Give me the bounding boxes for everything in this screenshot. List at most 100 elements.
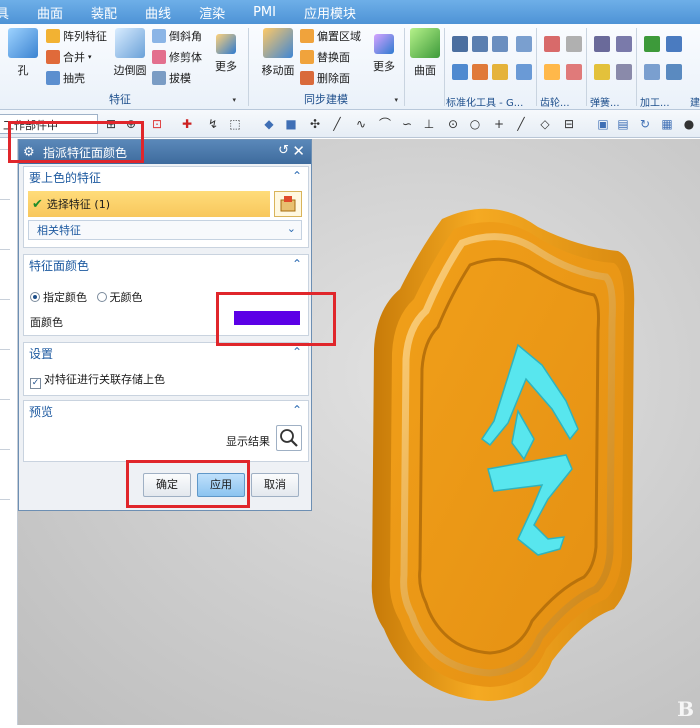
close-icon[interactable]: ✕ — [292, 142, 305, 160]
chevron-down-icon: ▾ — [88, 53, 92, 61]
machining-tool-icon[interactable] — [666, 64, 682, 80]
surface-button[interactable]: 曲面 — [408, 28, 442, 78]
select-feature-row[interactable]: ✔ 选择特征 (1) — [28, 191, 270, 217]
tool-icon[interactable] — [452, 36, 468, 52]
rotate-icon[interactable]: ↻ — [638, 117, 652, 131]
divider — [0, 499, 10, 500]
rectangle-select-icon[interactable]: ⬚ — [228, 117, 242, 131]
delete-face-button[interactable]: 删除面 — [300, 70, 350, 86]
render-icon[interactable]: ▦ — [660, 117, 674, 131]
center-icon[interactable]: ⊙ — [446, 117, 460, 131]
section-header[interactable]: 特征面颜色 ⌃ — [24, 255, 308, 275]
radio-button[interactable] — [96, 292, 107, 302]
pick-icon[interactable]: ✚ — [180, 117, 194, 131]
radio-specify-color[interactable]: 指定颜色 — [30, 291, 87, 304]
tool-icon[interactable] — [472, 36, 488, 52]
trim-body-icon — [152, 50, 166, 64]
spring-tool-icon[interactable] — [616, 64, 632, 80]
section-preview: 预览 ⌃ 显示结果 — [23, 400, 309, 462]
view-icon[interactable]: ▣ — [596, 117, 610, 131]
shell-button[interactable]: 抽壳 — [46, 70, 85, 86]
edge-blend-button[interactable]: 边倒圆 — [112, 28, 148, 78]
machining-tool-icon[interactable] — [644, 36, 660, 52]
menu-applications[interactable]: 应用模块 — [290, 3, 370, 22]
box-icon[interactable]: ■ — [284, 117, 298, 131]
checkbox[interactable]: ✓ — [30, 378, 41, 389]
group-menu-icon[interactable]: ▾ — [232, 96, 236, 104]
camera-icon[interactable]: ▤ — [616, 117, 630, 131]
draft-button[interactable]: 拔模 — [152, 70, 191, 86]
solid-icon[interactable]: ◆ — [262, 117, 276, 131]
radio-button[interactable] — [30, 292, 40, 302]
menu-render[interactable]: 渲染 — [185, 3, 239, 22]
spring-tools-label: 弹簧... — [590, 98, 620, 109]
trim-body-button[interactable]: 修剪体 — [152, 49, 202, 65]
replace-face-button[interactable]: 替换面 — [300, 49, 350, 65]
line-icon[interactable]: ╱ — [330, 117, 344, 131]
menu-curve[interactable]: 曲线 — [131, 3, 185, 22]
unite-button[interactable]: 合并 ▾ — [46, 49, 92, 65]
lasso-icon[interactable]: ↯ — [206, 117, 220, 131]
tool-icon[interactable] — [492, 64, 508, 80]
offset-region-button[interactable]: 偏置区域 — [300, 28, 361, 44]
tool-icon[interactable] — [516, 64, 532, 80]
chevron-down-icon: ⌄ — [286, 222, 296, 235]
spring-tool-icon[interactable] — [594, 36, 610, 52]
unite-icon — [46, 50, 60, 64]
spring-tool-icon[interactable] — [616, 36, 632, 52]
pattern-feature-button[interactable]: 阵列特征 — [46, 28, 107, 44]
section-header[interactable]: 要上色的特征 ⌃ — [24, 167, 308, 187]
select-icon[interactable]: ⊡ — [150, 117, 164, 131]
group-menu-icon[interactable]: ▾ — [394, 96, 398, 104]
tangent-icon[interactable]: ╱ — [514, 117, 528, 131]
box-select-icon[interactable]: ◇ — [538, 117, 552, 131]
collapse-icon[interactable]: ⌃ — [292, 345, 302, 359]
gear-tools-label: 齿轮... — [540, 98, 570, 109]
arc-icon[interactable]: ⌒ — [378, 117, 392, 131]
edge-blend-icon — [115, 28, 145, 58]
machining-tool-icon[interactable] — [644, 64, 660, 80]
menu-assembly[interactable]: 装配 — [77, 3, 131, 22]
move-face-button[interactable]: 移动面 — [258, 28, 298, 78]
related-features-row[interactable]: 相关特征 ⌄ — [28, 220, 302, 240]
tool-icon[interactable] — [516, 36, 532, 52]
menu-tools[interactable]: 具 — [0, 3, 23, 22]
tool-icon[interactable] — [452, 64, 468, 80]
cancel-button[interactable]: 取消 — [251, 473, 299, 497]
collapse-icon[interactable]: ⌃ — [292, 257, 302, 271]
menu-pmi[interactable]: PMI — [239, 5, 290, 20]
gear-tool-icon[interactable] — [566, 36, 582, 52]
tool-icon[interactable] — [472, 64, 488, 80]
curve-icon[interactable]: ∿ — [354, 117, 368, 131]
display-icon[interactable]: ● — [682, 117, 696, 131]
gear-tool-icon[interactable] — [544, 36, 560, 52]
hole-button[interactable]: 孔 — [6, 28, 40, 78]
select-feature-button[interactable] — [274, 191, 302, 217]
associative-checkbox-row[interactable]: ✓ 对特征进行关联存储上色 — [30, 371, 165, 389]
plus-icon[interactable]: + — [492, 117, 506, 131]
highlight-box-buttons — [126, 460, 250, 508]
spline-icon[interactable]: ∽ — [400, 117, 414, 131]
collapse-icon[interactable]: ⌃ — [292, 169, 302, 183]
circle-icon[interactable]: ○ — [468, 117, 482, 131]
feature-more-button[interactable]: 更多 — [212, 28, 240, 74]
collapse-icon[interactable]: ⌃ — [292, 403, 302, 417]
sync-more-button[interactable]: 更多 — [370, 28, 398, 74]
menu-bar: 具 曲面 装配 曲线 渲染 PMI 应用模块 — [0, 0, 700, 24]
perpendicular-icon[interactable]: ⊥ — [422, 117, 436, 131]
menu-surface[interactable]: 曲面 — [23, 3, 77, 22]
gear-tool-icon[interactable] — [544, 64, 560, 80]
show-result-button[interactable] — [276, 425, 302, 451]
section-header[interactable]: 设置 ⌃ — [24, 343, 308, 363]
reset-icon[interactable]: ↺ — [278, 143, 289, 158]
point-icon[interactable]: ✣ — [308, 117, 322, 131]
tool-icon[interactable] — [492, 36, 508, 52]
section-header[interactable]: 预览 ⌃ — [24, 401, 308, 421]
grid-icon[interactable]: ⊟ — [562, 117, 576, 131]
ribbon-separator — [404, 28, 405, 106]
radio-no-color[interactable]: 无颜色 — [96, 291, 143, 304]
gear-tool-icon[interactable] — [566, 64, 582, 80]
spring-tool-icon[interactable] — [594, 64, 610, 80]
machining-tool-icon[interactable] — [666, 36, 682, 52]
chamfer-button[interactable]: 倒斜角 — [152, 28, 202, 44]
